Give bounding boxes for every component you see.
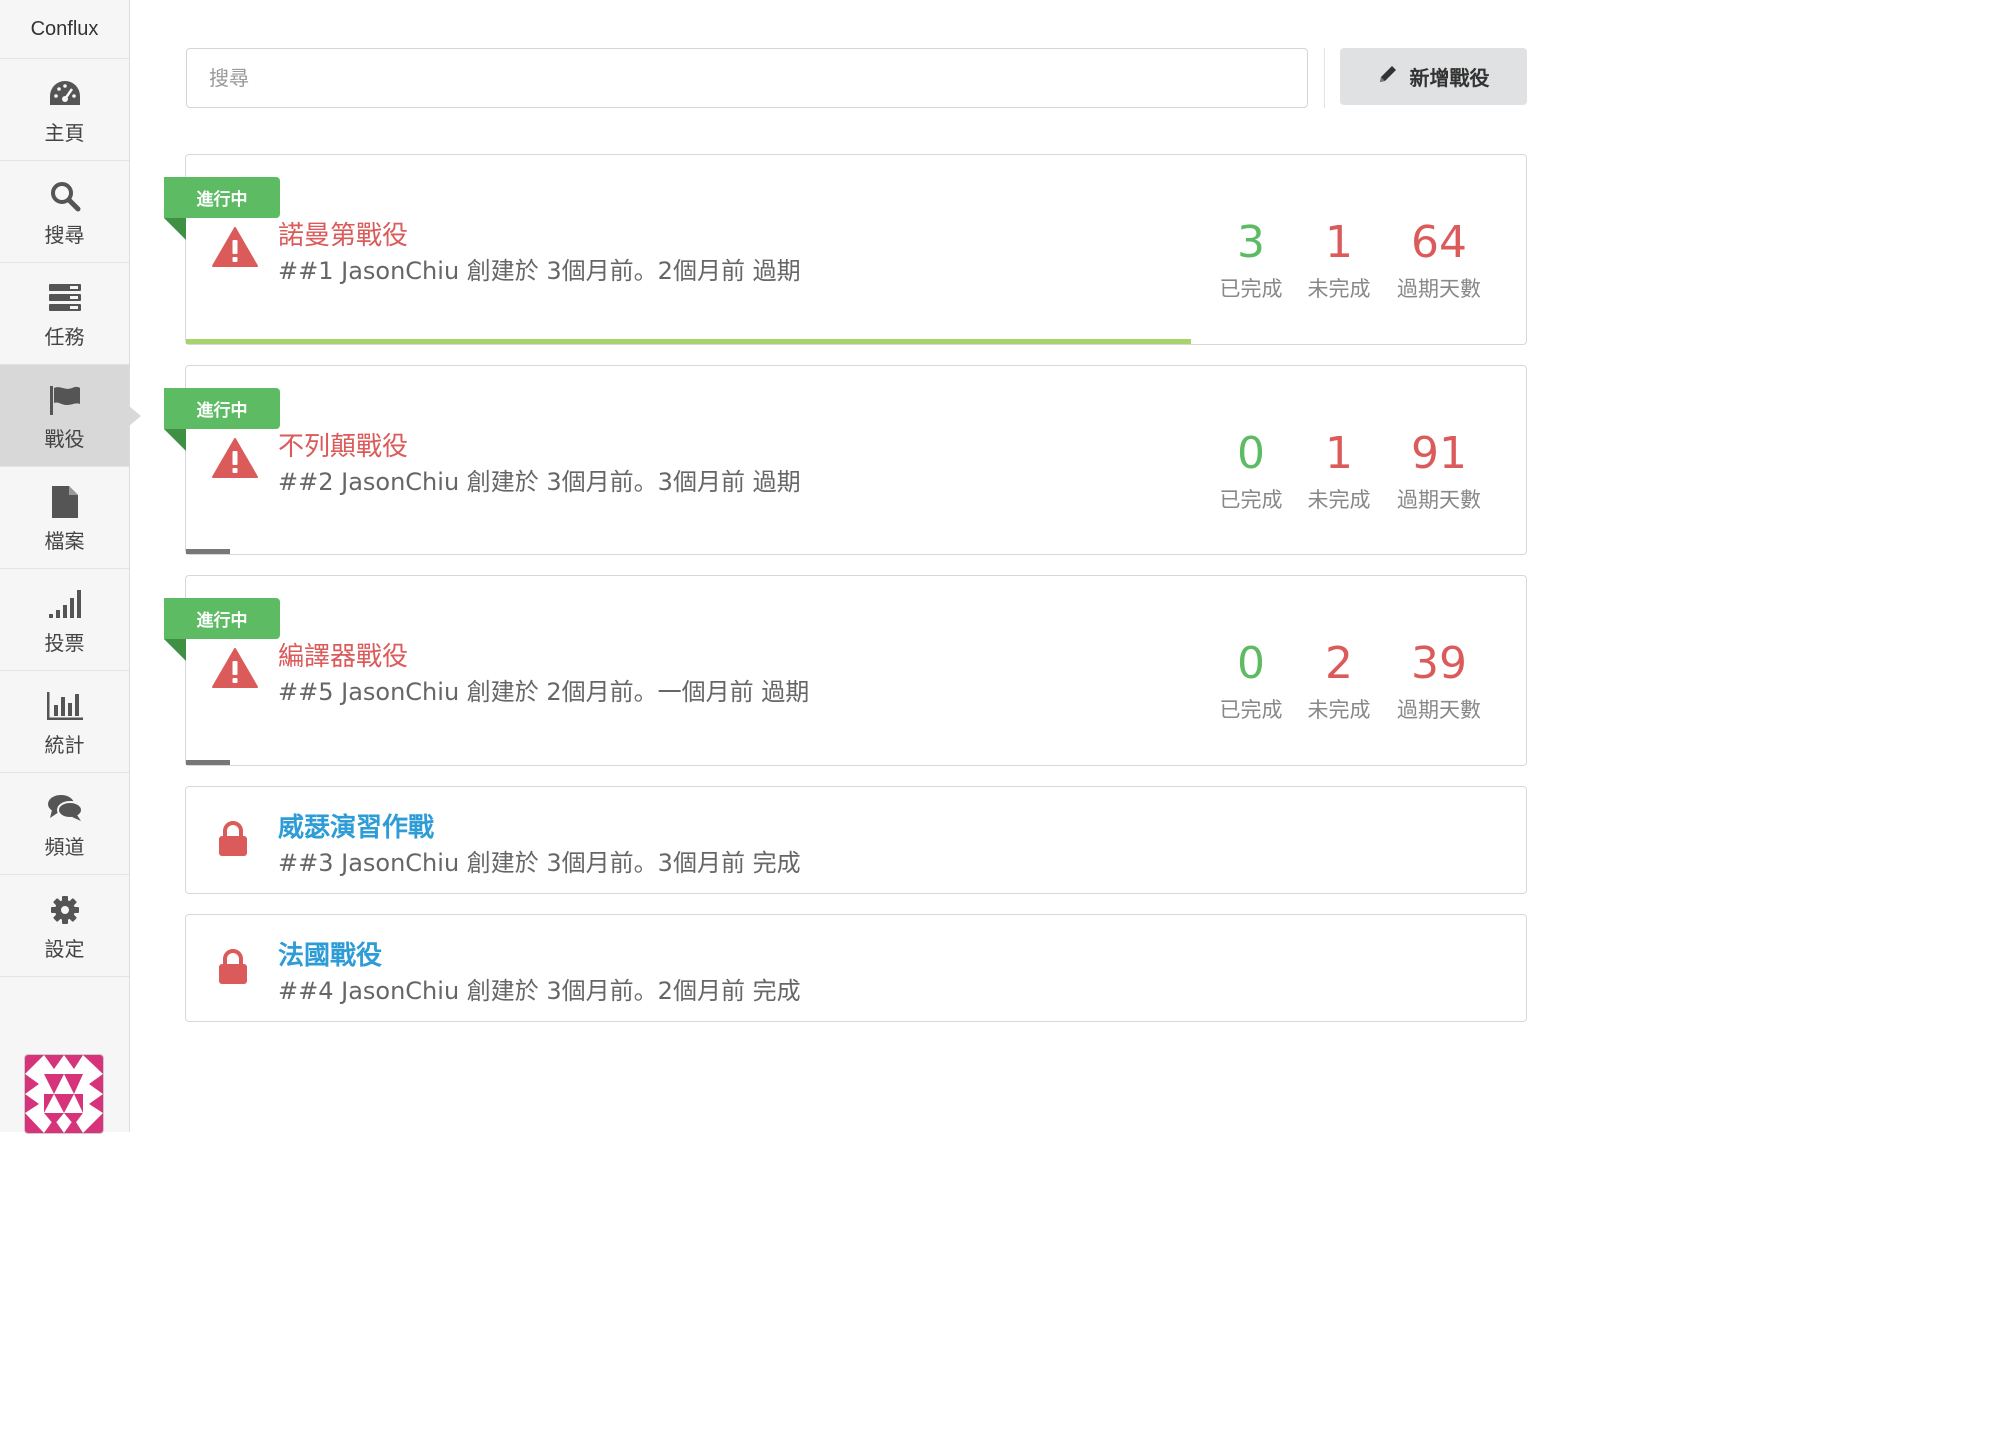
progress-fill: [186, 339, 1191, 344]
campaign-title[interactable]: 不列顛戰役: [278, 426, 408, 463]
sidebar-item-label: 檔案: [44, 529, 85, 553]
campaign-title[interactable]: 法國戰役: [278, 935, 382, 972]
campaign-card[interactable]: 法國戰役 ##4 JasonChiu 創建於 3個月前。2個月前 完成: [185, 914, 1527, 1022]
campaign-card[interactable]: 進行中 不列顛戰役 ##2 JasonChiu 創建於 3個月前。3個月前 過期…: [164, 365, 1527, 555]
tasks-icon: [0, 281, 129, 315]
sidebar-item-label: 統計: [44, 733, 85, 757]
new-campaign-label: 新增戰役: [1409, 66, 1490, 90]
stat-undone-value: 1: [1325, 428, 1353, 479]
avatar[interactable]: [24, 1054, 104, 1134]
sidebar-item-files[interactable]: 檔案: [0, 467, 129, 569]
stat-done: 0 已完成: [1201, 640, 1301, 724]
stat-overdue: 91 過期天數: [1379, 430, 1499, 514]
stat-overdue-value: 39: [1411, 638, 1467, 689]
sidebar-item-label: 搜尋: [44, 223, 85, 247]
campaign-meta: ##4 JasonChiu 創建於 3個月前。2個月前 完成: [278, 977, 801, 1005]
stat-undone-value: 2: [1325, 638, 1353, 689]
sidebar: Conflux 主頁 搜尋 任務 戰役 檔案 投票 統計 頻道 設定: [0, 0, 141, 1134]
stat-overdue-value: 64: [1411, 217, 1467, 268]
stat-undone-label: 未完成: [1307, 277, 1371, 301]
sidebar-item-settings[interactable]: 設定: [0, 875, 129, 977]
ribbon-fold: [164, 218, 186, 240]
progress-fill: [186, 760, 231, 765]
campaign-title[interactable]: 諾曼第戰役: [278, 215, 408, 252]
sidebar-item-label: 投票: [44, 631, 85, 655]
new-campaign-button[interactable]: 新增戰役: [1340, 48, 1527, 105]
sidebar-item-label: 頻道: [44, 835, 85, 859]
sidebar-item-home[interactable]: 主頁: [0, 59, 129, 161]
stat-overdue-label: 過期天數: [1397, 277, 1481, 301]
campaign-meta: ##1 JasonChiu 創建於 3個月前。2個月前 過期: [278, 257, 801, 285]
warning-icon: [212, 648, 258, 692]
campaign-card[interactable]: 進行中 編譯器戰役 ##5 JasonChiu 創建於 2個月前。一個月前 過期…: [164, 575, 1527, 766]
search-input[interactable]: [186, 48, 1308, 108]
file-icon: [0, 485, 129, 519]
stat-undone: 2 未完成: [1289, 640, 1389, 724]
brand-logo[interactable]: Conflux: [0, 0, 129, 59]
stat-done-label: 已完成: [1219, 488, 1283, 512]
search-icon: [0, 179, 129, 213]
bar-chart-icon: [0, 689, 129, 723]
stat-undone-value: 1: [1325, 217, 1353, 268]
signal-icon: [0, 587, 129, 621]
progress-bar: [186, 339, 1526, 344]
sidebar-item-polls[interactable]: 投票: [0, 569, 129, 671]
gear-icon: [0, 893, 129, 927]
stat-done-value: 0: [1237, 428, 1265, 479]
stat-done-label: 已完成: [1219, 698, 1283, 722]
stat-done: 0 已完成: [1201, 430, 1301, 514]
sidebar-item-label: 戰役: [44, 427, 85, 451]
lock-icon: [218, 949, 248, 989]
stat-done-value: 0: [1237, 638, 1265, 689]
progress-bar: [186, 549, 1526, 554]
stat-overdue-label: 過期天數: [1397, 488, 1481, 512]
progress-bar: [186, 760, 1526, 765]
stat-overdue: 64 過期天數: [1379, 219, 1499, 303]
stat-undone-label: 未完成: [1307, 488, 1371, 512]
campaign-card[interactable]: 威瑟演習作戰 ##3 JasonChiu 創建於 3個月前。3個月前 完成: [185, 786, 1527, 894]
flag-icon: [0, 383, 129, 417]
stat-done-value: 3: [1237, 217, 1265, 268]
warning-icon: [212, 438, 258, 482]
status-badge: 進行中: [164, 598, 280, 639]
stat-done: 3 已完成: [1201, 219, 1301, 303]
campaign-title[interactable]: 編譯器戰役: [278, 636, 408, 673]
campaign-title[interactable]: 威瑟演習作戰: [278, 807, 434, 844]
sidebar-item-label: 任務: [44, 325, 85, 349]
campaign-card[interactable]: 進行中 諾曼第戰役 ##1 JasonChiu 創建於 3個月前。2個月前 過期…: [164, 154, 1527, 345]
sidebar-item-stats[interactable]: 統計: [0, 671, 129, 773]
dashboard-icon: [0, 77, 129, 111]
toolbar-divider: [1324, 48, 1325, 108]
sidebar-item-search[interactable]: 搜尋: [0, 161, 129, 263]
lock-icon: [218, 821, 248, 861]
sidebar-item-label: 主頁: [44, 121, 85, 145]
stat-undone-label: 未完成: [1307, 698, 1371, 722]
ribbon-fold: [164, 429, 186, 451]
stat-overdue-label: 過期天數: [1397, 698, 1481, 722]
campaign-meta: ##3 JasonChiu 創建於 3個月前。3個月前 完成: [278, 849, 801, 877]
warning-icon: [212, 227, 258, 271]
chat-icon: [0, 791, 129, 825]
sidebar-item-campaigns[interactable]: 戰役: [0, 365, 141, 467]
sidebar-item-channels[interactable]: 頻道: [0, 773, 129, 875]
stat-undone: 1 未完成: [1289, 430, 1389, 514]
sidebar-item-label: 設定: [44, 937, 85, 961]
stat-done-label: 已完成: [1219, 277, 1283, 301]
ribbon-fold: [164, 639, 186, 661]
stat-undone: 1 未完成: [1289, 219, 1389, 303]
progress-fill: [186, 549, 231, 554]
status-badge: 進行中: [164, 177, 280, 218]
campaign-meta: ##2 JasonChiu 創建於 3個月前。3個月前 過期: [278, 468, 801, 496]
stat-overdue-value: 91: [1411, 428, 1467, 479]
status-badge: 進行中: [164, 388, 280, 429]
sidebar-item-tasks[interactable]: 任務: [0, 263, 129, 365]
stat-overdue: 39 過期天數: [1379, 640, 1499, 724]
campaign-meta: ##5 JasonChiu 創建於 2個月前。一個月前 過期: [278, 678, 810, 706]
pencil-icon: [1378, 64, 1398, 89]
